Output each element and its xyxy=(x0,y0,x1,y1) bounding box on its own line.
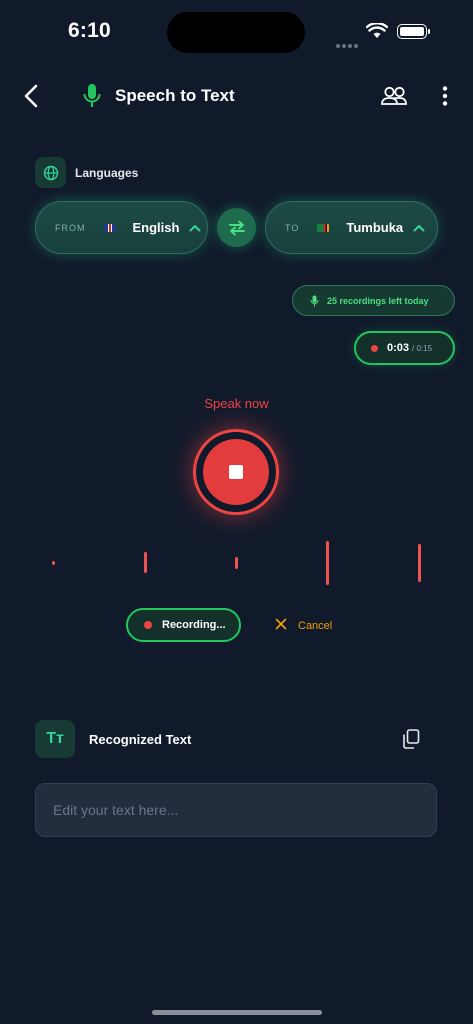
waveform-bar xyxy=(52,561,55,565)
people-icon[interactable] xyxy=(380,85,408,112)
recording-label: Recording... xyxy=(162,619,226,631)
recording-dot xyxy=(144,621,152,629)
timer-current: 0:03 xyxy=(387,342,410,354)
page-title: Speech to Text xyxy=(115,86,235,105)
recognized-text-input[interactable] xyxy=(35,783,437,837)
back-button[interactable] xyxy=(22,84,42,113)
recording-timer: 0:03 / 0:15 xyxy=(354,331,455,365)
cancel-button[interactable]: Cancel xyxy=(275,617,332,634)
recordings-left-text: 25 recordings left today xyxy=(327,295,429,306)
chevron-up-icon xyxy=(189,220,201,235)
languages-label: Languages xyxy=(75,166,139,180)
swap-languages-button[interactable] xyxy=(217,208,256,247)
to-label: TO xyxy=(285,222,300,233)
uk-flag-icon xyxy=(103,223,116,232)
cellular-signal-icon xyxy=(336,35,360,53)
status-time: 6:10 xyxy=(68,19,111,42)
to-language-name: Tumbuka xyxy=(346,220,404,235)
microphone-icon xyxy=(82,83,102,114)
waveform-bar xyxy=(418,544,421,582)
swap-icon xyxy=(228,220,245,235)
recording-dot xyxy=(371,344,378,352)
stop-icon xyxy=(229,465,243,479)
stop-recording-button[interactable] xyxy=(203,439,269,505)
chevron-up-icon xyxy=(413,220,425,235)
recognized-text-title: Recognized Text xyxy=(89,732,192,747)
to-language-selector[interactable]: TO Tumbuka xyxy=(265,201,438,254)
recordings-left-badge: 25 recordings left today xyxy=(292,285,455,316)
battery-icon xyxy=(397,24,430,39)
more-options-icon[interactable] xyxy=(441,85,449,112)
zambia-flag-icon xyxy=(317,223,330,232)
speak-prompt: Speak now xyxy=(204,396,269,411)
microphone-icon xyxy=(310,295,319,306)
wifi-icon xyxy=(365,22,389,44)
from-label: FROM xyxy=(55,222,86,233)
cancel-label: Cancel xyxy=(298,619,333,632)
text-format-icon: Tт xyxy=(35,720,75,758)
from-language-name: English xyxy=(132,220,180,235)
globe-icon xyxy=(35,157,66,188)
waveform-bar xyxy=(144,552,147,573)
waveform-bar xyxy=(326,541,329,585)
copy-icon[interactable] xyxy=(402,729,420,754)
from-language-selector[interactable]: FROM English xyxy=(35,201,208,254)
home-indicator[interactable] xyxy=(152,1010,322,1015)
recording-status-pill: Recording... xyxy=(126,608,241,642)
close-icon xyxy=(275,617,287,634)
timer-total: / 0:15 xyxy=(412,343,433,353)
waveform-bar xyxy=(235,557,238,569)
dynamic-island xyxy=(167,12,305,53)
